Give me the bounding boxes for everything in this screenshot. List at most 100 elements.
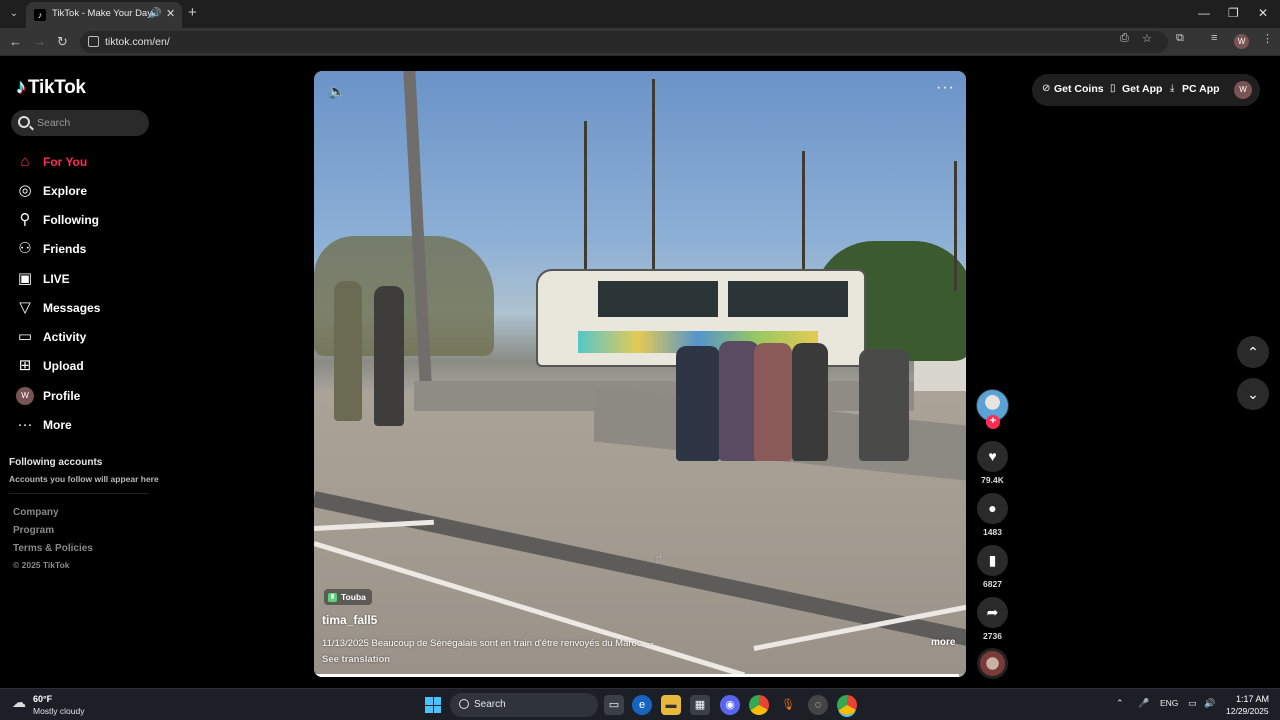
browser-profile-avatar[interactable]: W <box>1234 34 1249 49</box>
sidebar-item-explore[interactable]: ◎ Explore <box>16 180 156 202</box>
discord-icon[interactable]: ◉ <box>720 695 740 715</box>
sidebar-item-for-you[interactable]: ⌂ For You <box>16 151 156 173</box>
sidebar-item-upload[interactable]: ⊞ Upload <box>16 355 156 377</box>
bus-window <box>598 281 718 317</box>
avatar[interactable]: W <box>1234 81 1252 99</box>
video-scene-person <box>859 349 909 461</box>
live-icon: ▣ <box>17 270 33 287</box>
microphone-app-icon[interactable]: 🎙 <box>778 695 798 715</box>
sidebar-item-label: More <box>43 418 72 432</box>
sidebar-item-friends[interactable]: ⚇ Friends <box>16 238 156 260</box>
sidebar-item-live[interactable]: ▣ LIVE <box>16 268 156 290</box>
speaker-icon[interactable]: 🔊 <box>149 8 161 19</box>
tiktok-logo[interactable]: ♪ TikTok <box>16 76 86 99</box>
send-icon: ▽ <box>19 299 31 316</box>
recorder-icon[interactable]: ◌ <box>808 695 828 715</box>
weather-temperature[interactable]: 60°F <box>33 694 52 704</box>
comment-action[interactable]: ● 1483 <box>976 493 1009 537</box>
language-indicator[interactable]: ENG <box>1160 698 1178 708</box>
url-text: tiktok.com/en/ <box>105 36 170 48</box>
phone-icon: ▯ <box>1110 83 1116 94</box>
search-input[interactable]: Search <box>11 110 149 136</box>
pc-app-button[interactable]: PC App <box>1182 83 1220 95</box>
browser-tab[interactable]: ♪ TikTok - Make Your Day 🔊 ✕ <box>26 2 182 28</box>
bookmark-icon[interactable]: ▮ <box>977 545 1008 576</box>
browser-toolbar: ← → ↻ tiktok.com/en/ ⎙ ☆ ⧉ ≡ W ⋮ <box>0 28 1280 56</box>
video-scene-person <box>719 341 759 461</box>
see-translation-button[interactable]: See translation <box>322 654 390 665</box>
video-progress-bar[interactable] <box>314 674 966 677</box>
bus-window <box>728 281 848 317</box>
clock-time[interactable]: 1:17 AM <box>1236 694 1269 704</box>
network-icon[interactable]: ▭ <box>1188 698 1197 709</box>
address-bar[interactable]: tiktok.com/en/ <box>80 31 1168 53</box>
previous-video-icon[interactable]: ⌃ <box>1237 336 1269 368</box>
taskbar-search-label: Search <box>474 699 506 710</box>
clock-date[interactable]: 12/29/2025 <box>1226 706 1269 716</box>
music-disc-icon[interactable] <box>977 648 1008 679</box>
site-info-icon[interactable] <box>88 36 99 47</box>
heart-icon[interactable]: ♥ <box>977 441 1008 472</box>
compass-icon: ◎ <box>18 182 32 199</box>
footer-link-program[interactable]: Program <box>13 525 54 536</box>
location-text: Touba <box>341 592 366 602</box>
share-action[interactable]: ➦ 2736 <box>976 597 1009 641</box>
install-app-icon[interactable]: ⎙ <box>1120 32 1129 45</box>
get-coins-button[interactable]: Get Coins <box>1054 83 1104 95</box>
sidebar-item-activity[interactable]: ▭ Activity <box>16 326 156 348</box>
next-video-icon[interactable]: ⌄ <box>1237 378 1269 410</box>
location-badge[interactable]: ▮ Touba <box>324 589 372 605</box>
sidebar-item-label: Messages <box>43 301 101 315</box>
coin-icon: ⊘ <box>1042 83 1051 94</box>
minimize-icon[interactable]: — <box>1198 6 1210 20</box>
chrome-icon[interactable] <box>749 695 769 715</box>
reload-icon[interactable]: ↻ <box>57 34 68 50</box>
browser-menu-icon[interactable]: ⋮ <box>1262 32 1273 45</box>
restore-icon[interactable]: ❐ <box>1228 6 1239 20</box>
get-app-button[interactable]: Get App <box>1122 83 1162 95</box>
video-author[interactable]: tima_fall5 <box>322 613 377 627</box>
taskbar-search[interactable]: Search <box>450 693 598 717</box>
location-icon: ▮ <box>328 592 337 602</box>
close-tab-icon[interactable]: ✕ <box>166 7 175 20</box>
footer-link-terms[interactable]: Terms & Policies <box>13 543 93 554</box>
windows-start-icon[interactable] <box>425 697 441 713</box>
share-count: 2736 <box>983 631 1002 641</box>
sidebar-item-profile[interactable]: W Profile <box>16 385 156 407</box>
bookmark-action[interactable]: ▮ 6827 <box>976 545 1009 589</box>
task-view-icon[interactable]: ▭ <box>604 695 624 715</box>
tab-search-icon[interactable]: ⌄ <box>6 6 22 22</box>
more-options-icon[interactable]: ··· <box>936 79 955 97</box>
video-player[interactable]: 🔈 ··· ▮ Touba tima_fall5 11/13/2025 Beau… <box>314 71 966 677</box>
comment-icon[interactable]: ● <box>977 493 1008 524</box>
chrome-profile-icon[interactable] <box>837 695 857 715</box>
back-icon[interactable]: ← <box>9 34 22 49</box>
weather-cloud-icon[interactable]: ☁ <box>12 694 32 714</box>
store-icon[interactable]: ▦ <box>690 695 710 715</box>
caption-more-button[interactable]: more <box>931 637 955 648</box>
sidebar-item-label: Following <box>43 213 99 227</box>
volume-icon[interactable]: 🔈 <box>328 83 345 100</box>
forward-icon[interactable]: → <box>33 34 46 49</box>
share-icon[interactable]: ➦ <box>977 597 1008 628</box>
close-window-icon[interactable]: ✕ <box>1258 6 1268 20</box>
new-tab-icon[interactable]: + <box>188 5 197 21</box>
microphone-tray-icon[interactable]: 🎤 <box>1138 698 1149 709</box>
follow-plus-icon[interactable]: + <box>986 415 1000 429</box>
weather-description[interactable]: Mostly cloudy <box>33 706 85 716</box>
sidebar-item-messages[interactable]: ▽ Messages <box>16 297 156 319</box>
file-explorer-icon[interactable]: ▬ <box>661 695 681 715</box>
like-action[interactable]: ♥ 79.4K <box>976 441 1009 485</box>
footer-link-company[interactable]: Company <box>13 507 59 518</box>
sidebar-item-more[interactable]: ··· More <box>16 414 156 436</box>
media-control-icon[interactable]: ≡ <box>1211 32 1217 44</box>
bookmark-star-icon[interactable]: ☆ <box>1142 32 1152 45</box>
tiktok-note-icon: ♪ <box>16 76 26 98</box>
volume-tray-icon[interactable]: 🔊 <box>1204 698 1215 709</box>
tray-overflow-icon[interactable]: ⌃ <box>1116 698 1124 709</box>
edge-icon[interactable]: e <box>632 695 652 715</box>
following-accounts-title: Following accounts <box>9 457 103 468</box>
sidebar-item-following[interactable]: ⚲ Following <box>16 209 156 231</box>
extensions-icon[interactable]: ⧉ <box>1176 32 1184 45</box>
video-progress-fill <box>314 674 960 677</box>
